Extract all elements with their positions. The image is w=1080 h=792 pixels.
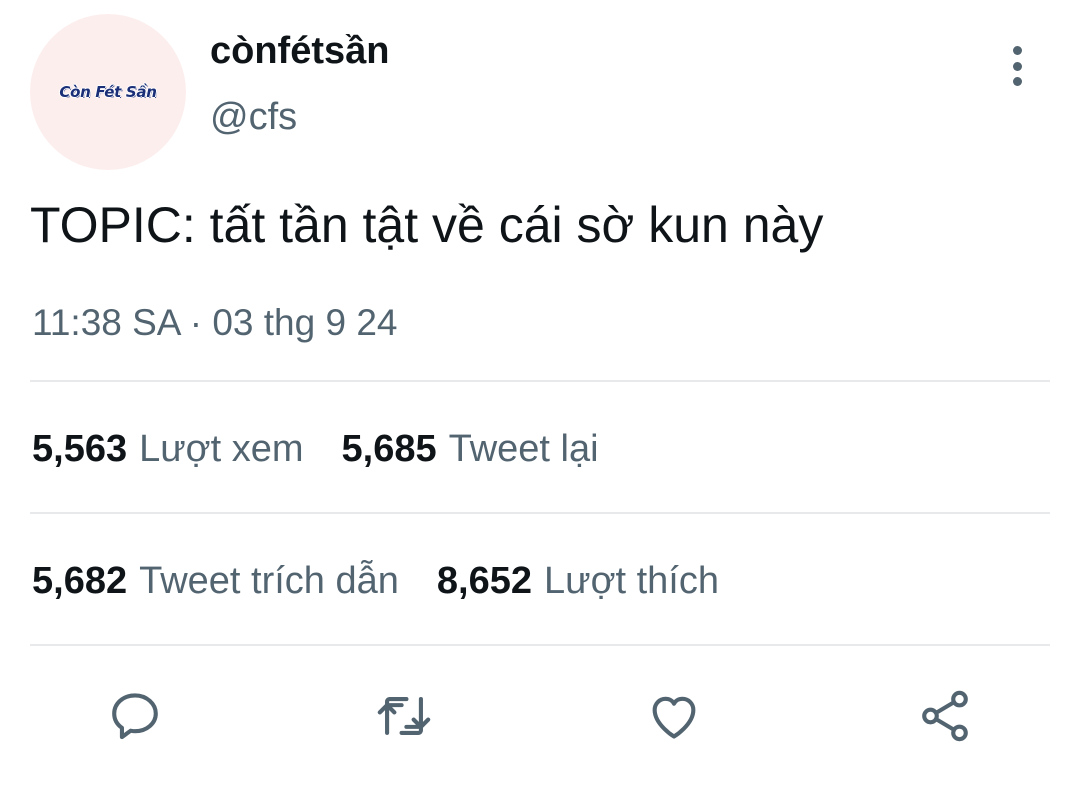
share-icon	[922, 690, 968, 742]
retweets-label: Tweet lại	[448, 428, 599, 470]
retweets-stat[interactable]: 5,685 Tweet lại	[342, 428, 599, 471]
comment-icon	[112, 693, 158, 740]
views-stat[interactable]: 5,563 Lượt xem	[32, 428, 304, 471]
more-dot	[1012, 77, 1022, 86]
heart-icon	[652, 696, 696, 739]
more-dot	[1012, 46, 1022, 55]
quotes-stat[interactable]: 5,682 Tweet trích dẫn	[32, 560, 399, 603]
views-count: 5,563	[32, 428, 128, 470]
stats-row: 5,682 Tweet trích dẫn 8,652 Lượt thích	[32, 560, 719, 603]
tweet-timestamp[interactable]: 11:38 SA · 03 thg 9 24	[32, 302, 397, 344]
author-display-name[interactable]: cònfétsần	[210, 30, 389, 73]
avatar[interactable]: Còn Fét Sần	[30, 14, 186, 170]
share-button[interactable]	[913, 684, 977, 748]
reply-button[interactable]	[103, 684, 167, 748]
stats-row: 5,563 Lượt xem 5,685 Tweet lại	[32, 428, 599, 471]
quotes-label: Tweet trích dẫn	[139, 560, 399, 602]
more-options-icon[interactable]	[1000, 42, 1034, 90]
likes-count: 8,652	[436, 560, 532, 602]
more-dot	[1012, 61, 1022, 71]
tweet-text: TOPIC: tất tần tật về cái sờ kun này	[30, 197, 824, 253]
likes-label: Lượt thích	[544, 560, 719, 602]
divider	[30, 380, 1050, 382]
quotes-count: 5,682	[32, 560, 128, 602]
divider	[30, 512, 1050, 514]
avatar-logo-text: Còn Fét Sần	[59, 83, 157, 101]
retweet-button[interactable]	[372, 684, 436, 748]
views-label: Lượt xem	[139, 428, 304, 470]
author-handle[interactable]: @cfs	[210, 96, 297, 139]
likes-stat[interactable]: 8,652 Lượt thích	[437, 560, 719, 603]
divider	[30, 644, 1050, 646]
like-button[interactable]	[642, 684, 706, 748]
retweet-icon	[377, 697, 431, 735]
retweets-count: 5,685	[341, 428, 437, 470]
